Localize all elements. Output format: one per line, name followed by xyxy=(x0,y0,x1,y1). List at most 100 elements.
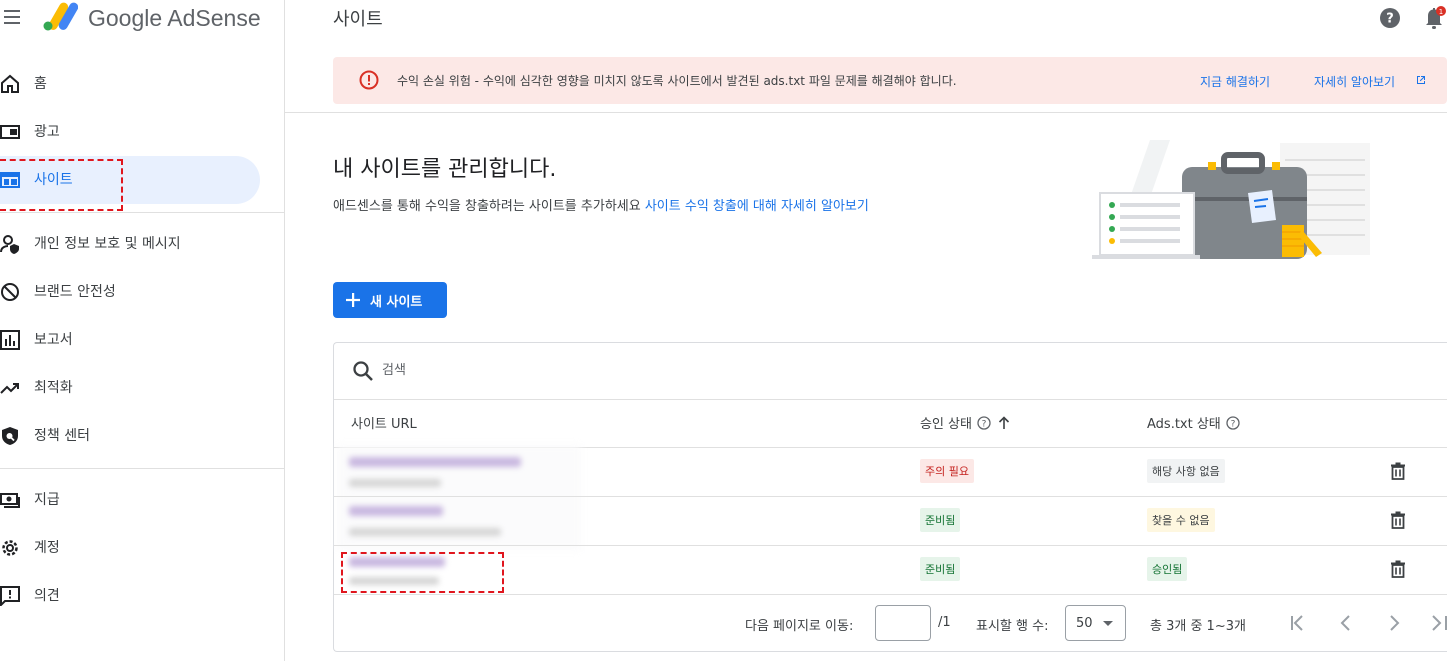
sidebar-item-label: 홈 xyxy=(34,76,47,92)
goto-page-label: 다음 페이지로 이동: xyxy=(745,619,854,634)
sidebar-item-label: 계정 xyxy=(34,540,60,556)
delete-icon[interactable] xyxy=(1389,462,1407,480)
hero-subtitle: 애드센스를 통해 수익을 창출하려는 사이트를 추가하세요 사이트 수익 창출에… xyxy=(333,195,869,214)
payments-icon xyxy=(0,493,20,508)
range-text: 총 3개 중 1~3개 xyxy=(1150,619,1246,634)
sidebar-item-label: 개인 정보 보호 및 메시지 xyxy=(34,236,181,252)
rows-per-page-select[interactable]: 50 xyxy=(1065,605,1126,641)
sidebar-item-label: 브랜드 안전성 xyxy=(34,284,116,300)
plus-icon xyxy=(346,293,360,307)
last-page-icon[interactable] xyxy=(1429,612,1447,634)
block-icon xyxy=(1,283,19,301)
app-bar: Google AdSense xyxy=(0,0,285,36)
svg-text:?: ? xyxy=(1386,12,1394,27)
fix-now-link[interactable]: 지금 해결하기 xyxy=(1200,73,1270,90)
privacy-icon xyxy=(0,235,19,254)
column-header-url[interactable]: 사이트 URL xyxy=(351,413,417,432)
divider xyxy=(334,399,1447,400)
sidebar-item-ads[interactable]: 광고 xyxy=(0,108,285,156)
sidebar-item-privacy[interactable]: 개인 정보 보호 및 메시지 xyxy=(0,220,285,268)
learn-more-link[interactable]: 자세히 알아보기 xyxy=(1314,73,1395,90)
help-outline-icon[interactable]: ? xyxy=(1226,415,1240,430)
sidebar-item-brand-safety[interactable]: 브랜드 안전성 xyxy=(0,268,285,316)
error-icon xyxy=(359,70,379,90)
pagination-bar: 다음 페이지로 이동: /1 표시할 행 수: 50 총 3개 중 1~3개 xyxy=(334,595,1447,652)
dropdown-caret-icon xyxy=(1103,621,1113,626)
svg-text:?: ? xyxy=(1230,419,1235,429)
first-page-icon[interactable] xyxy=(1287,612,1309,634)
sidebar-item-feedback[interactable]: 의견 xyxy=(0,572,285,620)
ads-txt-status-badge: 찾을 수 없음 xyxy=(1147,508,1215,532)
brand-name: Google AdSense xyxy=(88,5,261,31)
sidebar-item-account[interactable]: 계정 xyxy=(0,524,285,572)
new-site-button[interactable]: 새 사이트 xyxy=(333,282,447,318)
divider xyxy=(285,112,1447,113)
sidebar: Google AdSense 홈 광고 사이트 개인 정보 보호 및 메시지 브… xyxy=(0,0,285,661)
menu-icon[interactable] xyxy=(4,10,22,24)
home-icon xyxy=(1,74,19,93)
column-header-label: 승인 상태 xyxy=(920,417,972,432)
rows-per-page-label: 표시할 행 수: xyxy=(976,619,1049,634)
divider xyxy=(284,0,285,38)
ads-txt-alert-banner: 수익 손실 위험 - 수익에 심각한 영향을 미치지 않도록 사이트에서 발견된… xyxy=(333,57,1447,104)
delete-icon[interactable] xyxy=(1389,511,1407,529)
adsense-logo-icon xyxy=(43,2,78,31)
site-url-redacted xyxy=(349,457,521,467)
approval-status-badge: 준비됨 xyxy=(920,557,961,581)
sidebar-item-payments[interactable]: 지급 xyxy=(0,476,285,524)
total-pages: /1 xyxy=(938,615,951,630)
site-url-redacted xyxy=(349,506,443,516)
help-icon[interactable]: ? xyxy=(1379,7,1401,29)
highlight-annotation xyxy=(341,552,504,593)
column-header-approval[interactable]: 승인 상태 ? xyxy=(920,413,1010,432)
feedback-icon xyxy=(0,586,20,606)
sidebar-item-policy-center[interactable]: 정책 센터 xyxy=(0,412,285,460)
sidebar-item-label: 최적화 xyxy=(34,380,73,396)
ads-txt-status-badge: 승인됨 xyxy=(1147,557,1188,581)
divider xyxy=(0,212,285,213)
trending-icon xyxy=(0,383,19,394)
settings-icon xyxy=(2,540,18,556)
ads-txt-status-badge: 해당 사항 없음 xyxy=(1147,459,1225,483)
sort-arrow-up-icon[interactable] xyxy=(998,415,1010,430)
sidebar-item-label: 지급 xyxy=(34,492,60,508)
rows-per-page-value: 50 xyxy=(1076,616,1093,631)
column-header-ads-txt[interactable]: Ads.txt 상태 ? xyxy=(1147,413,1240,432)
next-page-icon[interactable] xyxy=(1383,612,1405,634)
help-outline-icon[interactable]: ? xyxy=(977,415,991,430)
goto-page-input[interactable] xyxy=(875,605,931,641)
sidebar-nav: 홈 광고 사이트 개인 정보 보호 및 메시지 브랜드 안전성 보고서 최적화 xyxy=(0,60,285,620)
notifications-bell-icon[interactable]: 1 xyxy=(1424,6,1446,30)
approval-status-badge: 주의 필요 xyxy=(920,459,974,483)
report-icon xyxy=(0,330,20,350)
divider xyxy=(334,545,1447,546)
search-input[interactable] xyxy=(382,359,682,381)
search-icon xyxy=(353,361,373,381)
external-link-icon xyxy=(1417,76,1425,84)
previous-page-icon[interactable] xyxy=(1335,612,1357,634)
approval-status-badge: 준비됨 xyxy=(920,508,961,532)
ads-icon xyxy=(0,125,20,139)
site-id-redacted xyxy=(349,479,441,487)
new-site-label: 새 사이트 xyxy=(370,294,423,310)
sidebar-item-label: 광고 xyxy=(34,124,60,140)
hero-title: 내 사이트를 관리합니다. xyxy=(333,157,557,182)
sites-table-card: 사이트 URL 승인 상태 ? Ads.txt 상태 ? 주의 필요 해당 사항… xyxy=(333,342,1447,652)
sidebar-item-optimization[interactable]: 최적화 xyxy=(0,364,285,412)
sidebar-item-reports[interactable]: 보고서 xyxy=(0,316,285,364)
sidebar-item-label: 의견 xyxy=(34,588,60,604)
sidebar-item-home[interactable]: 홈 xyxy=(0,60,285,108)
sidebar-item-label: 정책 센터 xyxy=(34,428,90,444)
policy-icon xyxy=(2,427,18,445)
highlight-annotation xyxy=(0,159,123,211)
divider xyxy=(0,468,285,469)
hero-learn-more-link[interactable]: 사이트 수익 창출에 대해 자세히 알아보기 xyxy=(645,199,869,214)
delete-icon[interactable] xyxy=(1389,560,1407,578)
sites-illustration xyxy=(1092,140,1370,259)
column-header-label: 사이트 URL xyxy=(351,417,417,432)
sidebar-item-label: 보고서 xyxy=(34,332,73,348)
column-header-label: Ads.txt 상태 xyxy=(1147,417,1221,432)
hero-subtitle-text: 애드센스를 통해 수익을 창출하려는 사이트를 추가하세요 xyxy=(333,199,641,214)
alert-message: 수익 손실 위험 - 수익에 심각한 영향을 미치지 않도록 사이트에서 발견된… xyxy=(397,74,957,88)
svg-text:1: 1 xyxy=(1439,8,1443,16)
